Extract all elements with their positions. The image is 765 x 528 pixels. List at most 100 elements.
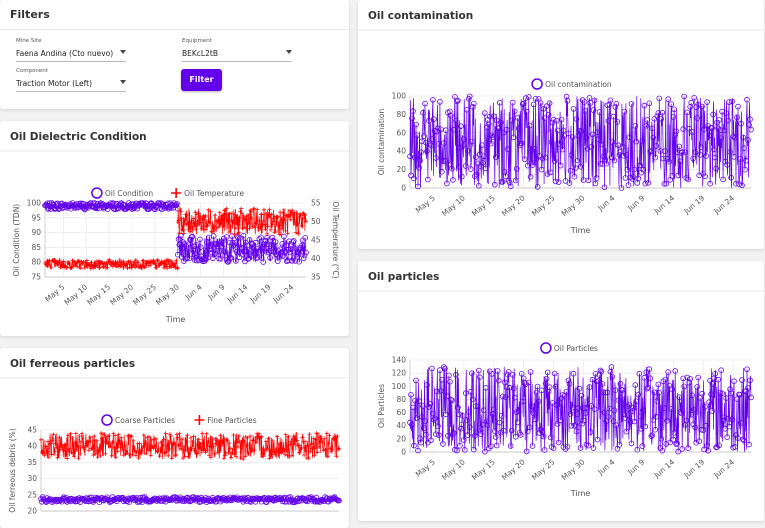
legend-marker — [531, 78, 543, 90]
mine-site-select[interactable]: Faena Andina (Cto nuevo) — [16, 47, 126, 62]
chevron-down-icon[interactable] — [120, 50, 126, 54]
data-point — [136, 260, 141, 265]
data-point — [52, 452, 57, 456]
data-point — [337, 446, 341, 451]
chevron-down-icon[interactable] — [120, 80, 126, 84]
series-0 — [407, 93, 754, 191]
data-point — [109, 453, 114, 458]
data-point — [262, 207, 266, 212]
particles-chart: Oil particles020406080100120140May 5 May … — [358, 271, 764, 498]
data-point — [222, 453, 227, 458]
y-tick-label: 95 — [31, 213, 41, 222]
data-point — [239, 206, 244, 211]
filters-card: Filters Mine Site Faena Andina (Cto nuev… — [0, 0, 349, 109]
x-tick-label: May 25 — [131, 282, 158, 307]
y-tick-label: 0 — [401, 184, 406, 193]
y-tick-label: 20 — [396, 165, 406, 174]
filter-button[interactable]: Filter — [181, 69, 222, 91]
series-0 — [407, 364, 754, 455]
data-point — [236, 433, 241, 438]
mine-site-field[interactable]: Mine Site Faena Andina (Cto nuevo) — [16, 38, 126, 62]
data-point — [175, 220, 180, 225]
legend-label: Coarse Particles — [115, 416, 175, 425]
card-title: Oil particles — [368, 271, 439, 283]
dielectric-card: Oil Dielectric Condition 75 80 85 90 95 100 35 4… — [0, 121, 349, 336]
x-tick-label: May 25 — [530, 457, 557, 482]
data-point — [200, 431, 205, 436]
data-point — [103, 451, 108, 456]
data-point — [168, 432, 172, 437]
mine-site-value: Faena Andina (Cto nuevo) — [16, 49, 114, 58]
x-tick-label: Jun 4 — [595, 457, 616, 477]
data-point — [144, 451, 149, 456]
card-title: Oil ferreous particles — [10, 358, 135, 370]
component-field[interactable]: Component Traction Motor (Left) — [16, 68, 126, 92]
x-tick-label: May 10 — [440, 193, 467, 218]
equipment-label: Equipment — [182, 38, 212, 44]
y-tick-label: 45 — [27, 426, 37, 435]
equipment-field[interactable]: Equipment BEKcL2tB — [182, 38, 292, 62]
legend-label: Oil contamination — [545, 80, 612, 89]
y-tick-label: 60 — [396, 128, 406, 137]
x-axis-title: Time — [165, 315, 186, 324]
x-tick-label: May 10 — [62, 282, 89, 307]
data-point — [231, 433, 236, 437]
legend-label: Fine Particles — [207, 416, 256, 425]
data-point — [318, 434, 323, 439]
data-point — [148, 453, 153, 458]
x-tick-label: Jun 24 — [711, 457, 736, 480]
filters-title: Filters — [10, 8, 50, 21]
data-point — [76, 456, 81, 461]
legend-label: Oil Particles — [554, 344, 598, 353]
x-tick-label: May 5 — [414, 457, 437, 479]
y-tick-label: 100 — [27, 199, 42, 208]
legend-marker — [194, 415, 205, 425]
y2-tick-label: 35 — [311, 273, 321, 282]
data-point — [285, 231, 290, 236]
mine-site-label: Mine Site — [16, 38, 42, 44]
data-point — [236, 231, 241, 236]
x-tick-label: Jun 9 — [625, 457, 646, 477]
data-point — [204, 227, 208, 232]
x-axis-title: Time — [570, 489, 591, 498]
legend-marker — [101, 414, 113, 426]
data-point — [259, 212, 263, 217]
x-tick-label: Jun 4 — [183, 282, 204, 302]
x-tick-label: Jun 19 — [682, 193, 707, 216]
data-point — [234, 454, 239, 459]
data-point — [300, 435, 305, 440]
data-point — [49, 452, 54, 457]
data-point — [315, 450, 320, 455]
y-tick-label: 60 — [396, 408, 406, 417]
data-point — [166, 453, 171, 458]
data-point — [267, 207, 272, 212]
x-tick-label: May 15 — [470, 193, 497, 218]
data-point — [49, 265, 54, 270]
chevron-down-icon[interactable] — [286, 50, 292, 54]
y-tick-label: 75 — [31, 273, 41, 282]
y-tick-label: 85 — [31, 243, 41, 252]
data-point — [236, 230, 241, 235]
x-tick-label: May 15 — [470, 457, 497, 482]
data-point — [175, 266, 180, 271]
y-tick-label: 80 — [396, 110, 406, 119]
x-tick-label: Jun 19 — [682, 457, 707, 480]
y-tick-label: 100 — [392, 382, 407, 391]
data-point — [168, 434, 173, 438]
data-point — [77, 434, 82, 438]
dielectric-chart: Oil Dielectric Condition 75 80 85 90 95 100 35 4… — [0, 131, 349, 324]
component-select[interactable]: Traction Motor (Left) — [16, 77, 126, 92]
component-value: Traction Motor (Left) — [16, 79, 93, 88]
y2-axis-title: Oil Temperature (°C) — [331, 201, 340, 278]
x-tick-label: Jun 24 — [711, 193, 736, 216]
x-tick-label: Jun 14 — [652, 193, 677, 216]
x-axis-title: Time — [570, 226, 591, 235]
y-tick-label: 0 — [401, 448, 406, 457]
x-tick-label: May 20 — [500, 193, 527, 218]
equipment-select[interactable]: BEKcL2tB — [182, 47, 292, 62]
data-point — [275, 434, 280, 439]
data-point — [327, 433, 332, 438]
card-title: Oil Dielectric Condition — [10, 131, 147, 143]
particles-card: Oil particles 0 20 40 60 80 100 120 140 May 5 May … — [358, 261, 764, 521]
x-tick-label: Jun 9 — [625, 193, 646, 213]
